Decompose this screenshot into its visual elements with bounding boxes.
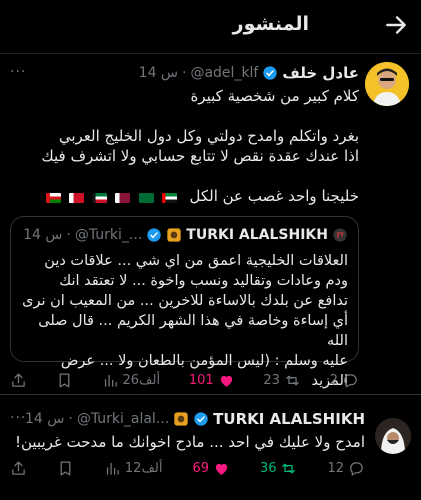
post-time[interactable]: 14 س [139, 65, 178, 81]
reply-author-name[interactable]: TURKI ALALSHIKH [213, 410, 365, 428]
like-count: 101 [188, 372, 214, 388]
top-bar: المنشور [0, 0, 421, 54]
reply-actions: 12ألف 69 36 12 [10, 456, 365, 480]
views-chart-icon [106, 462, 119, 475]
bahrain-flag-icon [69, 192, 85, 203]
author-name[interactable]: عادل خلف [282, 64, 359, 82]
post-line: اذا عندك عقدة نقص لا تتابع حسابي ولا اتش… [41, 147, 359, 165]
post-line: بغرد واتكلم وامدح دولتي وكل دول الخليج ا… [58, 127, 359, 145]
flag-emojis [44, 190, 179, 205]
quote-avatar [333, 228, 347, 242]
post-actions: 26ألف 101 23 2 [10, 368, 359, 392]
repost-button[interactable]: 36 [260, 460, 298, 477]
repost-icon [286, 375, 299, 385]
author-handle[interactable]: @adel_klf [190, 65, 258, 81]
repost-count: 23 [263, 372, 280, 388]
back-arrow-icon[interactable] [383, 12, 409, 38]
quote-header: 14 س · @Turki_... TURKI ALALSHIKH [21, 225, 348, 245]
quoted-post[interactable]: 14 س · @Turki_... TURKI ALALSHIKH العلاق… [10, 216, 359, 389]
bookmark-icon [59, 372, 70, 388]
views-button[interactable]: 26ألف [102, 372, 161, 389]
reply-button[interactable]: 12 [327, 460, 365, 477]
more-options-icon[interactable]: ··· [10, 64, 26, 80]
reply-text: امدح ولا عليك في احد ... مادح اخوانك ما … [14, 433, 365, 451]
comment-icon [344, 373, 357, 388]
like-button[interactable]: 69 [192, 460, 230, 477]
views-button[interactable]: 12ألف [104, 460, 163, 477]
reply-time[interactable]: 14 س [25, 411, 64, 427]
views-count: 12ألف [124, 460, 163, 476]
saudi-flag-icon [138, 192, 154, 203]
verified-badge-icon [194, 412, 208, 426]
verified-badge-icon [147, 228, 161, 242]
page-title: المنشور [232, 13, 309, 35]
comment-icon [350, 461, 363, 476]
like-count: 69 [192, 460, 209, 476]
share-button[interactable] [10, 460, 27, 477]
oman-flag-icon [46, 192, 61, 203]
bookmark-icon [60, 460, 71, 476]
verified-badge-icon [263, 66, 278, 80]
bookmark-button[interactable] [56, 372, 73, 389]
reply-count: 2 [329, 372, 338, 388]
reply-header: TURKI ALALSHIKH @Turki_alal... · 14 س [25, 410, 365, 428]
heart-filled-icon [220, 375, 232, 387]
share-icon [12, 460, 25, 475]
qatar-flag-icon [115, 192, 131, 203]
quote-handle: @Turki_... [74, 227, 143, 243]
repost-button[interactable]: 23 [263, 372, 301, 389]
share-icon [12, 372, 25, 387]
org-badge-icon [167, 228, 181, 242]
post-header: عادل خلف @adel_klf · 14 س [138, 64, 359, 82]
views-chart-icon [104, 374, 117, 387]
reply-handle[interactable]: @Turki_alal... [77, 411, 169, 427]
reply-post[interactable]: TURKI ALALSHIKH @Turki_alal... · 14 س ··… [0, 396, 421, 500]
uae-flag-icon [161, 192, 177, 203]
reply-button[interactable]: 2 [330, 372, 359, 389]
views-count: 26ألف [122, 372, 161, 388]
share-button[interactable] [10, 372, 27, 389]
repost-count: 36 [259, 460, 277, 476]
main-post[interactable]: عادل خلف @adel_klf · 14 س ··· كلام كبير … [0, 54, 421, 395]
repost-active-icon [282, 463, 296, 473]
reply-author-avatar[interactable] [375, 418, 411, 454]
quote-time: 14 س [23, 227, 63, 243]
more-options-icon[interactable]: ··· [10, 410, 26, 426]
like-button[interactable]: 101 [189, 372, 235, 389]
reply-count: 12 [327, 460, 344, 476]
post-line: خليجنا واحد غصب عن الكل [10, 186, 359, 208]
author-avatar[interactable] [365, 62, 409, 106]
heart-filled-icon [215, 463, 228, 475]
org-badge-icon [174, 412, 188, 426]
post-text: كلام كبير من شخصية كبيرة بغرد واتكلم وام… [10, 86, 359, 208]
bookmark-button[interactable] [57, 460, 74, 477]
post-line: كلام كبير من شخصية كبيرة [190, 87, 359, 105]
kuwait-flag-icon [92, 192, 108, 203]
quote-author-name: TURKI ALALSHIKH [186, 227, 328, 243]
